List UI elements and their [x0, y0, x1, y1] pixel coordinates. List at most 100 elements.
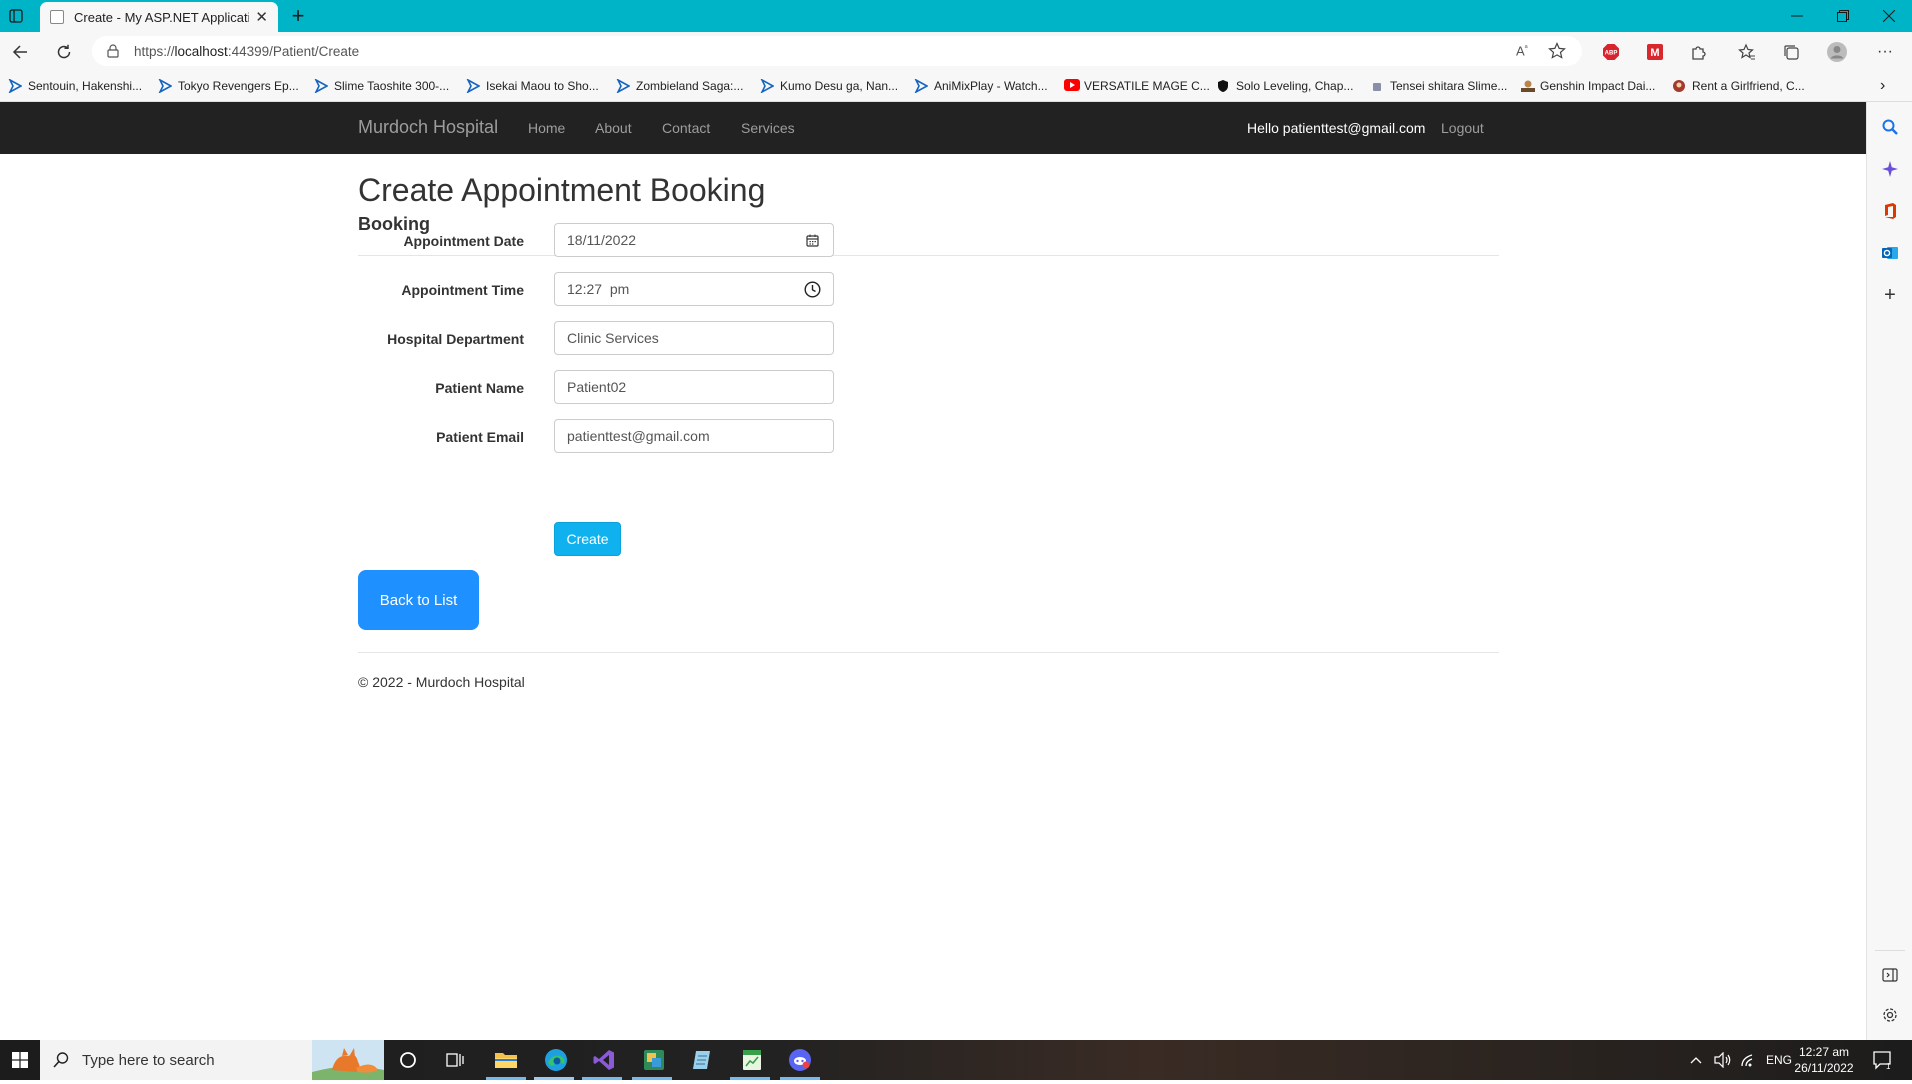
bookmark-label: VERSATILE MAGE C... — [1084, 79, 1210, 93]
play-triangle-icon — [466, 78, 481, 94]
back-arrow-icon[interactable] — [6, 38, 34, 66]
nav-contact-link[interactable]: Contact — [662, 120, 710, 136]
tab-close-icon[interactable]: ✕ — [255, 8, 268, 26]
image-editor-icon[interactable] — [642, 1048, 666, 1072]
bookmark-item[interactable]: Rent a Girlfriend, C... — [1672, 77, 1805, 95]
back-to-list-button[interactable]: Back to List — [358, 570, 479, 630]
task-view-icon[interactable] — [444, 1048, 468, 1072]
divider — [358, 255, 1499, 256]
shield-logo-icon — [1216, 79, 1230, 93]
windows-start-icon[interactable] — [0, 1040, 40, 1080]
appointment-date-label-text: Appointment Date — [403, 233, 524, 249]
user-greeting-link[interactable]: Hello patienttest@gmail.com — [1247, 120, 1425, 136]
edge-browser-icon[interactable] — [544, 1048, 568, 1072]
page-subtitle: Booking — [358, 214, 430, 234]
show-hidden-icons-chevron-icon[interactable] — [1690, 1040, 1702, 1080]
taskbar-search-box[interactable]: Type here to search — [40, 1040, 384, 1080]
appointment-time-input[interactable]: 12:27 pm — [554, 272, 834, 306]
nav-home-link[interactable]: Home — [528, 120, 565, 136]
settings-more-icon[interactable]: ··· — [1874, 41, 1896, 63]
notepad-icon[interactable] — [690, 1048, 714, 1072]
bookmark-item[interactable]: Kumo Desu ga, Nan... — [760, 77, 898, 95]
discord-icon[interactable] — [788, 1048, 812, 1072]
bookmark-item[interactable]: Solo Leveling, Chap... — [1216, 77, 1353, 95]
add-sidebar-app-icon[interactable]: + — [1879, 284, 1901, 306]
add-favorite-icon[interactable] — [1548, 42, 1566, 63]
network-wifi-icon[interactable] — [1740, 1040, 1758, 1080]
close-window-icon[interactable] — [1866, 0, 1912, 32]
minimize-window-icon[interactable] — [1774, 0, 1820, 32]
spreadsheet-app-icon[interactable] — [740, 1048, 764, 1072]
taskbar-search-placeholder: Type here to search — [82, 1051, 215, 1069]
read-aloud-icon[interactable]: Aᵃ — [1516, 43, 1528, 58]
cortana-circle-icon[interactable] — [396, 1048, 420, 1072]
volume-icon[interactable] — [1714, 1040, 1732, 1080]
bookmark-item[interactable]: Isekai Maou to Sho... — [466, 77, 599, 95]
hospital-department-input[interactable]: Clinic Services — [554, 321, 834, 355]
play-triangle-icon — [914, 78, 929, 94]
hospital-department-label: Hospital Department — [387, 331, 524, 347]
create-button[interactable]: Create — [554, 522, 621, 556]
restore-window-icon[interactable] — [1820, 0, 1866, 32]
sidebar-settings-gear-icon[interactable] — [1879, 1004, 1901, 1026]
patient-name-input[interactable]: Patient02 — [554, 370, 834, 404]
search-icon[interactable] — [1879, 116, 1901, 138]
appointment-date-input[interactable]: 18/11/2022 — [554, 223, 834, 257]
bookmark-item[interactable]: Slime Taoshite 300-... — [314, 77, 449, 95]
collections-icon[interactable] — [1780, 41, 1802, 63]
bookmark-item[interactable]: AniMixPlay - Watch... — [914, 77, 1048, 95]
bookmark-item[interactable]: Tensei shitara Slime... — [1370, 77, 1507, 95]
bookmark-label: Isekai Maou to Sho... — [486, 79, 599, 93]
profile-avatar-icon[interactable] — [1826, 41, 1848, 63]
footer-copyright: © 2022 - Murdoch Hospital — [358, 674, 525, 690]
page-favicon-icon — [50, 10, 64, 24]
lock-icon[interactable] — [106, 44, 120, 58]
patient-email-label: Patient Email — [436, 429, 524, 445]
visual-studio-icon[interactable] — [592, 1048, 616, 1072]
bookmark-label: Zombieland Saga:... — [636, 79, 744, 93]
bookmark-label: Tokyo Revengers Ep... — [178, 79, 299, 93]
nav-about-link[interactable]: About — [595, 120, 632, 136]
calendar-icon[interactable] — [804, 232, 821, 249]
play-triangle-icon — [760, 78, 775, 94]
bookmark-item[interactable]: Tokyo Revengers Ep... — [158, 77, 299, 95]
bookmark-label: Sentouin, Hakenshi... — [28, 79, 143, 93]
clock-icon[interactable] — [804, 281, 821, 298]
bookmark-item[interactable]: Zombieland Saga:... — [616, 77, 743, 95]
office-icon[interactable] — [1879, 200, 1901, 222]
url-bar[interactable]: https://localhost:44399/Patient/Create A… — [92, 36, 1582, 66]
bookmark-item[interactable]: VERSATILE MAGE C... — [1064, 77, 1210, 95]
sidebar-divider — [1875, 950, 1905, 951]
language-indicator[interactable]: ENG — [1766, 1040, 1792, 1080]
mega-extension-icon[interactable]: M — [1644, 41, 1666, 63]
play-triangle-icon — [158, 78, 173, 94]
appointment-date-value: 18/11/2022 — [567, 232, 637, 248]
bookmark-item[interactable]: Genshin Impact Dai... — [1520, 77, 1655, 95]
notification-center-icon[interactable]: 1 — [1872, 1040, 1892, 1080]
sparkle-icon[interactable] — [1879, 158, 1901, 180]
nav-services-link[interactable]: Services — [741, 120, 795, 136]
patient-name-label: Patient Name — [435, 380, 524, 396]
new-tab-icon[interactable]: + — [286, 4, 310, 28]
play-triangle-icon — [8, 78, 23, 94]
more-bookmarks-chevron-icon[interactable]: › — [1880, 77, 1885, 95]
extensions-puzzle-icon[interactable] — [1688, 41, 1710, 63]
bookmark-label: Solo Leveling, Chap... — [1236, 79, 1354, 93]
clock-time: 12:27 am — [1798, 1045, 1850, 1059]
site-favicon-icon — [1520, 79, 1535, 93]
patient-email-input[interactable]: patienttest@gmail.com — [554, 419, 834, 453]
adblock-extension-icon[interactable]: ABP — [1600, 41, 1622, 63]
favorites-icon[interactable] — [1736, 41, 1758, 63]
taskbar-clock[interactable]: 12:27 am 26/11/2022 — [1790, 1044, 1858, 1076]
refresh-icon[interactable] — [50, 38, 78, 66]
tab-title: Create - My ASP.NET Application — [74, 9, 250, 25]
hide-sidebar-icon[interactable] — [1879, 964, 1901, 986]
site-brand-link[interactable]: Murdoch Hospital — [358, 117, 498, 138]
hospital-department-value: Clinic Services — [567, 330, 659, 346]
outlook-icon[interactable] — [1879, 242, 1901, 264]
file-explorer-icon[interactable] — [494, 1048, 518, 1072]
browser-tab-active[interactable]: Create - My ASP.NET Application ✕ — [40, 2, 278, 32]
bookmark-item[interactable]: Sentouin, Hakenshi... — [8, 77, 142, 95]
tab-actions-icon[interactable] — [6, 6, 26, 26]
logout-link[interactable]: Logout — [1441, 120, 1484, 136]
